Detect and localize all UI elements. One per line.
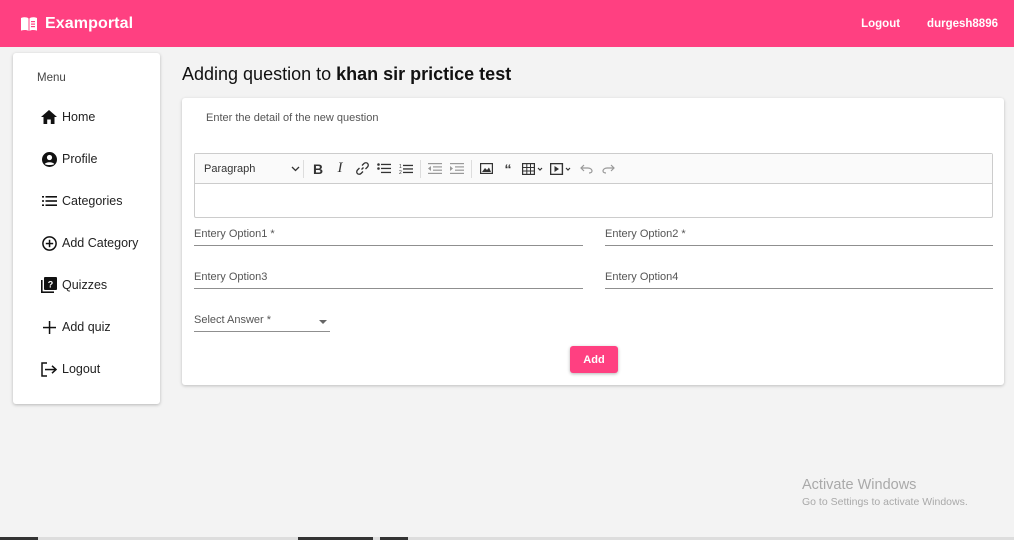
watermark-title: Activate Windows [802, 477, 917, 493]
book-icon [20, 16, 38, 32]
brand[interactable]: Examportal [20, 15, 133, 33]
italic-icon[interactable]: I [329, 158, 351, 180]
card-subtitle: Enter the detail of the new question [206, 112, 379, 124]
chevron-down-icon [291, 163, 300, 175]
quiz-title: khan sir prictice test [336, 64, 512, 84]
sidebar-item-label: Profile [62, 152, 98, 166]
home-icon [41, 109, 57, 125]
editor-toolbar: Paragraph B I 12 “ [195, 154, 992, 184]
redo-icon[interactable] [597, 158, 619, 180]
toolbar-divider [420, 159, 421, 178]
page-title-prefix: Adding question to [182, 64, 337, 84]
toolbar-divider [303, 159, 304, 178]
option2-field[interactable]: Entery Option2 * [605, 226, 993, 246]
watermark-subtitle: Go to Settings to activate Windows. [802, 496, 968, 508]
sidebar-item-label: Add Category [62, 236, 139, 250]
sidebar-item-home[interactable]: Home [41, 106, 95, 128]
add-circle-icon [41, 235, 57, 251]
sidebar-item-label: Add quiz [62, 320, 111, 334]
list-icon [41, 193, 57, 209]
blockquote-icon[interactable]: “ [497, 158, 519, 180]
image-icon[interactable] [475, 158, 497, 180]
toolbar-divider [471, 159, 472, 178]
brand-title: Examportal [45, 14, 134, 32]
option4-label: Entery Option4 [605, 271, 679, 283]
bulleted-list-icon[interactable] [373, 158, 395, 180]
sidebar-item-profile[interactable]: Profile [41, 148, 97, 170]
logout-icon [41, 361, 57, 377]
sidebar-item-categories[interactable]: Categories [41, 190, 122, 212]
sidebar-item-label: Quizzes [62, 278, 108, 292]
option2-label: Entery Option2 * [605, 228, 686, 240]
numbered-list-icon[interactable]: 12 [395, 158, 417, 180]
account-circle-icon [41, 151, 57, 167]
dropdown-arrow-icon [319, 320, 327, 324]
option3-label: Entery Option3 [194, 271, 268, 283]
add-question-button[interactable]: Add [570, 346, 618, 373]
username-link[interactable]: durgesh8896 [927, 18, 998, 30]
indent-icon[interactable] [446, 158, 468, 180]
sidebar-item-logout[interactable]: Logout [41, 358, 100, 380]
plus-icon [41, 319, 57, 335]
svg-text:?: ? [48, 280, 54, 290]
answer-select[interactable]: Select Answer * [194, 312, 330, 332]
question-form-card: Enter the detail of the new question Par… [182, 98, 1004, 385]
bold-icon[interactable]: B [307, 158, 329, 180]
media-icon[interactable] [547, 158, 575, 180]
sidebar-item-add-category[interactable]: Add Category [41, 232, 138, 254]
outdent-icon[interactable] [424, 158, 446, 180]
option4-field[interactable]: Entery Option4 [605, 269, 993, 289]
link-icon[interactable] [351, 158, 373, 180]
option1-field[interactable]: Entery Option1 * [194, 226, 583, 246]
sidebar-item-quizzes[interactable]: ? Quizzes [41, 274, 107, 296]
question-rich-text-editor: Paragraph B I 12 “ [194, 153, 993, 218]
paragraph-style-select[interactable]: Paragraph [204, 163, 300, 175]
paragraph-style-value: Paragraph [204, 162, 256, 175]
svg-text:2: 2 [399, 170, 402, 175]
sidebar-menu-title: Menu [37, 72, 66, 84]
sidebar-item-add-quiz[interactable]: Add quiz [41, 316, 111, 338]
undo-icon[interactable] [575, 158, 597, 180]
sidebar-item-label: Categories [62, 194, 123, 208]
activate-windows-watermark: Activate Windows Go to Settings to activ… [802, 477, 968, 508]
option1-label: Entery Option1 * [194, 228, 275, 240]
top-logout-link[interactable]: Logout [861, 18, 900, 30]
top-navbar: Examportal Logout durgesh8896 [0, 0, 1014, 47]
sidebar: Menu Home Profile Categories Add Categor… [13, 53, 160, 404]
option3-field[interactable]: Entery Option3 [194, 269, 583, 289]
quiz-icon: ? [41, 277, 57, 293]
sidebar-item-label: Logout [62, 362, 101, 376]
top-right-links: Logout durgesh8896 [834, 0, 998, 47]
question-content-area[interactable] [195, 184, 992, 217]
page-title: Adding question to khan sir prictice tes… [182, 64, 511, 85]
table-icon[interactable] [519, 158, 547, 180]
answer-select-label: Select Answer * [194, 314, 272, 326]
sidebar-item-label: Home [62, 110, 96, 124]
